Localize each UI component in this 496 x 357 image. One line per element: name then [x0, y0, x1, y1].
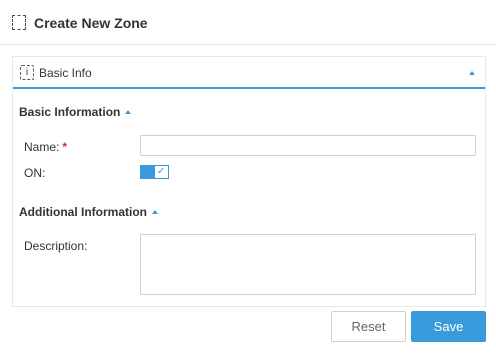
description-label: Description:: [24, 239, 88, 253]
description-textarea[interactable]: [140, 234, 476, 295]
section-title-additional[interactable]: Additional Information: [19, 205, 147, 219]
info-icon: i: [20, 65, 34, 80]
on-label: ON:: [24, 166, 46, 180]
collapse-caret-icon[interactable]: [469, 71, 475, 75]
page-title: Create New Zone: [34, 15, 148, 31]
section-title-basic[interactable]: Basic Information: [19, 105, 120, 119]
reset-button[interactable]: Reset: [331, 311, 406, 342]
check-icon: ✓: [157, 166, 166, 177]
name-input[interactable]: [140, 135, 476, 156]
section-caret-icon[interactable]: [152, 210, 158, 214]
page-header: Create New Zone: [0, 0, 496, 45]
toggle-fill: [141, 166, 155, 178]
on-toggle[interactable]: ✓: [140, 165, 169, 179]
save-button[interactable]: Save: [411, 311, 486, 342]
name-label: Name: *: [24, 140, 68, 154]
panel-title: Basic Info: [39, 66, 92, 80]
section-caret-icon[interactable]: [125, 110, 131, 114]
dashed-zone-icon: [12, 15, 26, 30]
basic-info-panel: i Basic Info Basic Information Name: * ON…: [12, 56, 486, 307]
panel-header[interactable]: i Basic Info: [13, 57, 485, 89]
required-indicator: *: [62, 140, 68, 154]
